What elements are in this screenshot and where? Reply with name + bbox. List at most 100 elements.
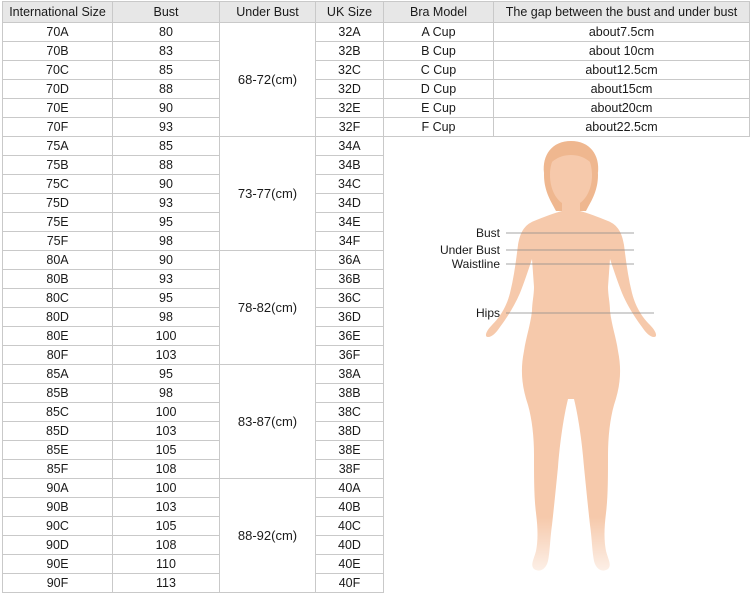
international-size-cell: 90B <box>2 497 113 517</box>
bust-cell: 90 <box>112 174 220 194</box>
international-size-cell: 75E <box>2 212 113 232</box>
bra-size-chart: International Size Bust Under Bust UK Si… <box>0 0 750 593</box>
international-size-cell: 75D <box>2 193 113 213</box>
gap-cell: about12.5cm <box>493 60 750 80</box>
body-figure: Bust Under Bust Waistline Hips <box>384 137 750 592</box>
header-international-size: International Size <box>2 1 113 23</box>
waistline-label: Waistline <box>452 257 501 271</box>
uk-size-cell: 38B <box>315 383 384 403</box>
body-figure-cell: Bust Under Bust Waistline Hips <box>384 137 750 593</box>
bust-cell: 103 <box>112 345 220 365</box>
header-under-bust: Under Bust <box>219 1 316 23</box>
uk-size-cell: 36E <box>315 326 384 346</box>
bust-cell: 88 <box>112 155 220 175</box>
international-size-cell: 80B <box>2 269 113 289</box>
international-size-cell: 85C <box>2 402 113 422</box>
international-size-cell: 80F <box>2 345 113 365</box>
header-uk-size: UK Size <box>315 1 384 23</box>
bust-cell: 90 <box>112 250 220 270</box>
table-row: 70F 93 32F F Cup about22.5cm <box>2 117 750 137</box>
uk-size-cell: 34A <box>315 136 384 156</box>
bust-cell: 105 <box>112 516 220 536</box>
table-row: 70B 83 32B B Cup about 10cm <box>2 41 750 61</box>
gap-cell: about7.5cm <box>493 22 750 42</box>
international-size-cell: 90D <box>2 535 113 555</box>
uk-size-cell: 36B <box>315 269 384 289</box>
uk-size-cell: 40B <box>315 497 384 517</box>
uk-size-cell: 32B <box>315 41 384 61</box>
uk-size-cell: 34B <box>315 155 384 175</box>
under-bust-label: Under Bust <box>440 243 501 257</box>
international-size-cell: 90C <box>2 516 113 536</box>
international-size-cell: 75B <box>2 155 113 175</box>
bust-cell: 93 <box>112 269 220 289</box>
international-size-cell: 70E <box>2 98 113 118</box>
uk-size-cell: 36F <box>315 345 384 365</box>
gap-cell: about20cm <box>493 98 750 118</box>
international-size-cell: 85E <box>2 440 113 460</box>
bust-cell: 95 <box>112 288 220 308</box>
bust-cell: 110 <box>112 554 220 574</box>
uk-size-cell: 38D <box>315 421 384 441</box>
uk-size-cell: 34C <box>315 174 384 194</box>
bust-cell: 100 <box>112 326 220 346</box>
bust-cell: 103 <box>112 497 220 517</box>
international-size-cell: 80C <box>2 288 113 308</box>
bust-cell: 88 <box>112 79 220 99</box>
gap-cell: about 10cm <box>493 41 750 61</box>
under-bust-cell: 73-77(cm) <box>219 136 316 251</box>
bra-model-cell: B Cup <box>383 41 494 61</box>
bust-cell: 108 <box>112 535 220 555</box>
international-size-cell: 90A <box>2 478 113 498</box>
international-size-cell: 80D <box>2 307 113 327</box>
bust-cell: 105 <box>112 440 220 460</box>
table-row: 70A 80 68-72(cm) 32A A Cup about7.5cm <box>2 22 750 137</box>
bra-model-cell: F Cup <box>383 117 494 137</box>
header-gap: The gap between the bust and under bust <box>493 1 750 23</box>
uk-size-cell: 32A <box>315 22 384 42</box>
under-bust-cell: 88-92(cm) <box>219 478 316 593</box>
bra-model-cell: E Cup <box>383 98 494 118</box>
bra-model-cell: C Cup <box>383 60 494 80</box>
bust-cell: 98 <box>112 231 220 251</box>
uk-size-cell: 40D <box>315 535 384 555</box>
international-size-cell: 70D <box>2 79 113 99</box>
bust-cell: 100 <box>112 402 220 422</box>
international-size-cell: 75C <box>2 174 113 194</box>
table-row: 70E 90 32E E Cup about20cm <box>2 98 750 118</box>
under-bust-cell: 78-82(cm) <box>219 250 316 365</box>
international-size-cell: 90E <box>2 554 113 574</box>
uk-size-cell: 36A <box>315 250 384 270</box>
under-bust-cell: 68-72(cm) <box>219 22 316 137</box>
bust-cell: 93 <box>112 117 220 137</box>
uk-size-cell: 38A <box>315 364 384 384</box>
uk-size-cell: 40C <box>315 516 384 536</box>
international-size-cell: 75F <box>2 231 113 251</box>
international-size-cell: 80E <box>2 326 113 346</box>
bust-cell: 83 <box>112 41 220 61</box>
uk-size-cell: 40A <box>315 478 384 498</box>
bust-cell: 90 <box>112 98 220 118</box>
international-size-cell: 70B <box>2 41 113 61</box>
header-row: International Size Bust Under Bust UK Si… <box>2 1 750 23</box>
international-size-cell: 85A <box>2 364 113 384</box>
uk-size-cell: 38C <box>315 402 384 422</box>
under-bust-cell: 83-87(cm) <box>219 364 316 479</box>
table-row: 70C 85 32C C Cup about12.5cm <box>2 60 750 80</box>
gap-cell: about15cm <box>493 79 750 99</box>
bra-model-cell: A Cup <box>383 22 494 42</box>
bust-cell: 103 <box>112 421 220 441</box>
table-row: 75A 85 73-77(cm) 34A Bust Under Bust Waistl… <box>2 136 750 592</box>
uk-size-cell: 34F <box>315 231 384 251</box>
uk-size-cell: 38F <box>315 459 384 479</box>
header-bra-model: Bra Model <box>383 1 494 23</box>
bust-cell: 93 <box>112 193 220 213</box>
bust-cell: 85 <box>112 60 220 80</box>
hips-label: Hips <box>476 306 500 320</box>
bust-cell: 98 <box>112 307 220 327</box>
international-size-cell: 70C <box>2 60 113 80</box>
international-size-cell: 70A <box>2 22 113 42</box>
uk-size-cell: 38E <box>315 440 384 460</box>
uk-size-cell: 40E <box>315 554 384 574</box>
uk-size-cell: 32E <box>315 98 384 118</box>
